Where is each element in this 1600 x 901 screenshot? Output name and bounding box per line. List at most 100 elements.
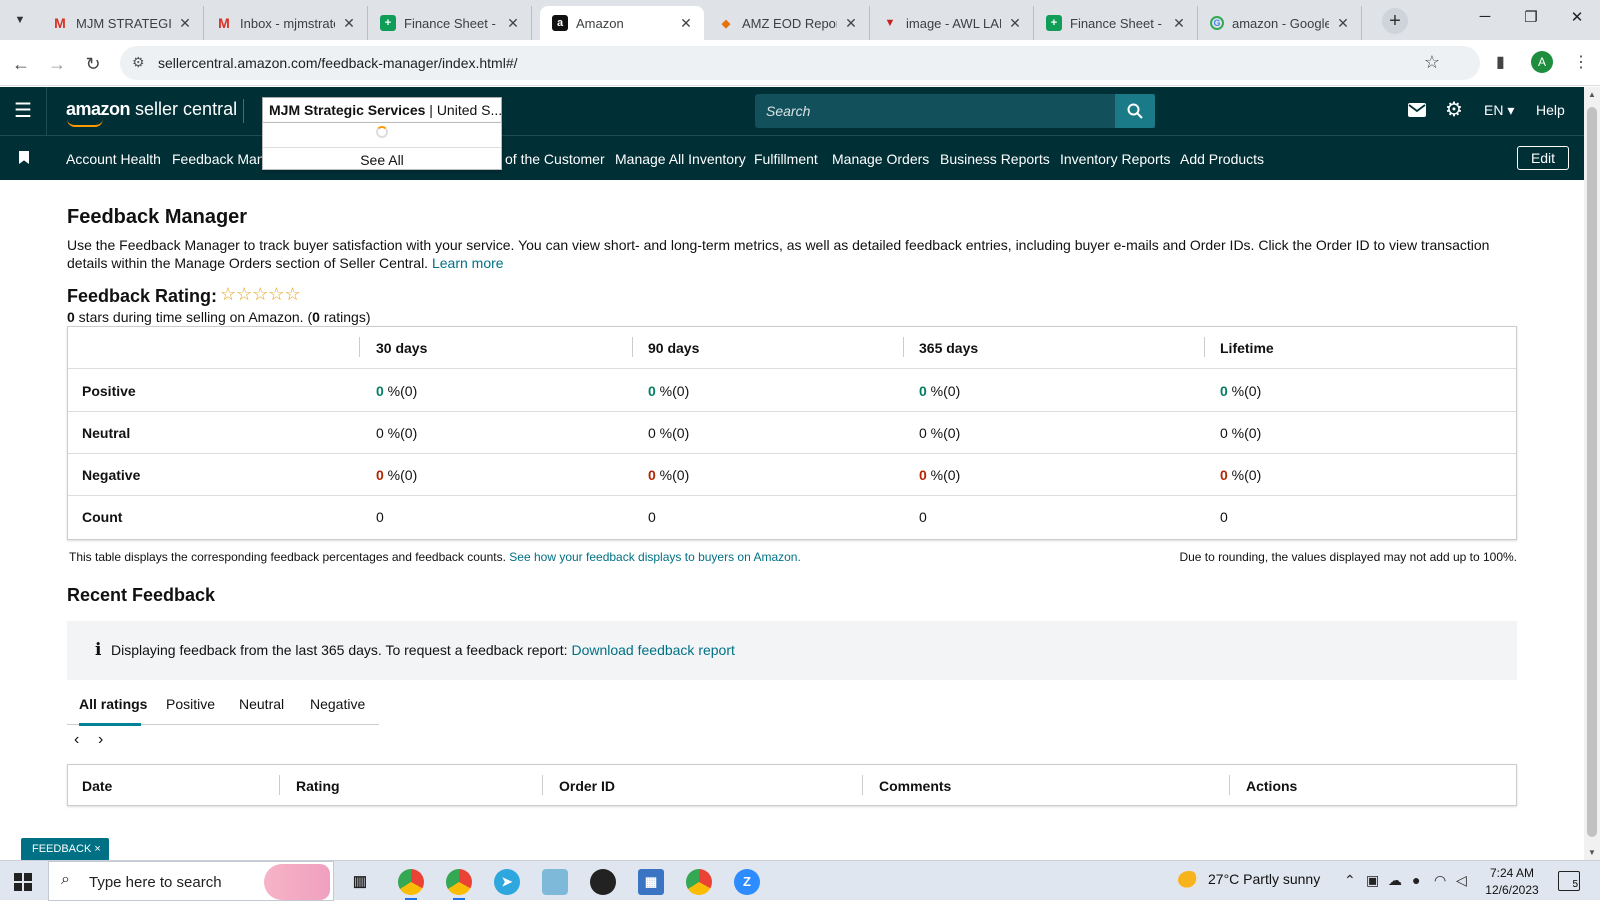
zoom-icon[interactable]: Z <box>734 869 760 895</box>
language-selector[interactable]: EN ▾ <box>1484 102 1514 119</box>
app-icon[interactable] <box>542 869 568 895</box>
feedback-button[interactable]: FEEDBACK × <box>21 838 109 861</box>
cloud-icon[interactable]: ☁ <box>1388 872 1402 889</box>
close-icon[interactable]: ✕ <box>1007 15 1023 32</box>
task-view-icon[interactable]: ▥ <box>347 869 373 895</box>
count-30d: 0 <box>376 509 384 525</box>
column-header-rating[interactable]: Rating <box>296 778 340 794</box>
nav-fulfillment[interactable]: Fulfillment <box>754 151 818 167</box>
nav-voice-of-customer[interactable]: of the Customer <box>505 151 605 167</box>
feedback-display-link[interactable]: See how your feedback displays to buyers… <box>509 550 801 564</box>
chevron-up-icon[interactable]: ⌃ <box>1344 872 1356 889</box>
scroll-down-icon[interactable]: ▼ <box>1588 848 1596 857</box>
url-bar[interactable]: ⚙ sellercentral.amazon.com/feedback-mana… <box>120 46 1480 80</box>
weather-widget[interactable]: 27°C Partly sunny <box>1178 871 1320 890</box>
new-tab-button[interactable]: + <box>1382 8 1408 34</box>
forward-icon[interactable]: → <box>45 52 69 76</box>
reload-icon[interactable]: ↻ <box>81 52 105 76</box>
suffix: %(0) <box>655 467 690 483</box>
minimize-icon[interactable]: ─ <box>1462 8 1508 32</box>
intro-text: Use the Feedback Manager to track buyer … <box>67 237 1490 271</box>
suffix: %(0) <box>926 467 961 483</box>
chevron-left-icon[interactable]: ‹ <box>74 731 79 749</box>
search-input[interactable]: Search <box>755 94 1155 128</box>
nav-business-reports[interactable]: Business Reports <box>940 151 1050 167</box>
maximize-icon[interactable]: ❐ <box>1508 8 1554 32</box>
scrollbar-thumb[interactable] <box>1587 107 1597 837</box>
nav-manage-all-inventory[interactable]: Manage All Inventory <box>615 151 746 167</box>
vertical-scrollbar[interactable]: ▲ ▼ <box>1584 87 1600 860</box>
browser-tab[interactable]: + Finance Sheet - a ✕ <box>368 6 532 40</box>
chrome-profile-icon[interactable] <box>686 869 712 895</box>
tab-search-dropdown-icon[interactable]: ▼ <box>8 8 32 32</box>
nav-account-health[interactable]: Account Health <box>66 151 161 167</box>
chrome-icon[interactable] <box>398 869 424 895</box>
browser-tab-active[interactable]: a Amazon ✕ <box>540 6 704 40</box>
close-icon[interactable]: ✕ <box>505 15 521 32</box>
recorder-icon[interactable] <box>590 869 616 895</box>
close-icon[interactable]: ✕ <box>1335 15 1351 32</box>
url-text[interactable]: sellercentral.amazon.com/feedback-manage… <box>158 55 518 71</box>
nav-add-products[interactable]: Add Products <box>1180 151 1264 167</box>
tab-title: amazon - Google <box>1232 15 1329 31</box>
back-icon[interactable]: ← <box>9 52 33 76</box>
wifi-icon[interactable]: ◠ <box>1434 872 1446 889</box>
logo-seller-central-text: seller central <box>130 99 238 119</box>
window-close-icon[interactable]: ✕ <box>1554 8 1600 32</box>
browser-tab[interactable]: G amazon - Google ✕ <box>1198 6 1362 40</box>
tab-positive[interactable]: Positive <box>166 696 215 712</box>
column-header-comments[interactable]: Comments <box>879 778 951 794</box>
taskbar-search-input[interactable]: ⌕ Type here to search <box>48 861 334 901</box>
browser-tab[interactable]: + Finance Sheet - a ✕ <box>1034 6 1198 40</box>
bookmark-icon[interactable] <box>19 151 29 164</box>
nav-feedback-manager[interactable]: Feedback Mana <box>172 151 272 167</box>
close-icon[interactable]: ✕ <box>341 15 357 32</box>
browser-tab[interactable]: M MJM STRATEGIC S ✕ <box>40 6 204 40</box>
chrome-profile-icon[interactable] <box>446 869 472 895</box>
calculator-icon[interactable]: ▦ <box>638 869 664 895</box>
browser-menu-icon[interactable]: ⋮ <box>1573 52 1589 72</box>
chevron-right-icon[interactable]: › <box>98 731 103 749</box>
search-button[interactable] <box>1115 94 1155 128</box>
edit-nav-button[interactable]: Edit <box>1517 146 1569 170</box>
nav-manage-orders[interactable]: Manage Orders <box>832 151 929 167</box>
notifications-icon[interactable]: 5 <box>1558 871 1580 891</box>
site-info-icon[interactable]: ⚙ <box>132 54 145 71</box>
learn-more-link[interactable]: Learn more <box>432 255 504 271</box>
column-header-order-id[interactable]: Order ID <box>559 778 615 794</box>
close-icon[interactable]: ✕ <box>1171 15 1187 32</box>
volume-icon[interactable]: ◁ <box>1456 872 1467 889</box>
browser-tab[interactable]: ◆ AMZ EOD Report ✕ <box>706 6 870 40</box>
bookmark-star-icon[interactable]: ☆ <box>1424 52 1440 73</box>
see-all-accounts-link[interactable]: See All <box>263 152 501 168</box>
system-clock[interactable]: 7:24 AM 12/6/2023 <box>1484 865 1540 899</box>
download-feedback-report-link[interactable]: Download feedback report <box>571 642 734 658</box>
browser-tab[interactable]: ▼ image - AWL LABE ✕ <box>870 6 1034 40</box>
tab-all-ratings[interactable]: All ratings <box>79 696 147 712</box>
close-icon[interactable]: ✕ <box>177 15 193 32</box>
microphone-icon[interactable]: ● <box>1412 872 1420 888</box>
scroll-up-icon[interactable]: ▲ <box>1588 90 1596 99</box>
tab-neutral[interactable]: Neutral <box>239 696 284 712</box>
meet-icon[interactable]: ▣ <box>1366 872 1379 889</box>
mail-icon[interactable] <box>1408 103 1426 117</box>
windows-start-icon[interactable] <box>14 873 32 891</box>
settings-gear-icon[interactable]: ⚙ <box>1445 100 1463 120</box>
close-icon[interactable]: ✕ <box>843 15 859 32</box>
help-link[interactable]: Help <box>1536 102 1565 118</box>
side-panel-icon[interactable]: ▮ <box>1496 52 1505 72</box>
browser-tab[interactable]: M Inbox - mjmstrate ✕ <box>204 6 368 40</box>
profile-avatar[interactable]: A <box>1531 51 1553 73</box>
seller-central-logo[interactable]: amazon seller central <box>66 99 237 120</box>
close-icon[interactable]: ✕ <box>678 15 694 32</box>
table-row: Positive 0 %(0) 0 %(0) 0 %(0) 0 %(0) <box>68 370 1516 412</box>
tab-negative[interactable]: Negative <box>310 696 365 712</box>
windows-taskbar: ⌕ Type here to search ▥ ➤ ▦ Z 27°C Partl… <box>0 860 1600 901</box>
nav-inventory-reports[interactable]: Inventory Reports <box>1060 151 1171 167</box>
column-header-date[interactable]: Date <box>82 778 112 794</box>
account-switcher[interactable]: MJM Strategic Services | United S... <box>262 97 502 123</box>
telegram-icon[interactable]: ➤ <box>494 869 520 895</box>
value: 0 <box>1220 467 1228 483</box>
hamburger-menu-icon[interactable]: ☰ <box>14 101 34 121</box>
column-header-actions[interactable]: Actions <box>1246 778 1297 794</box>
